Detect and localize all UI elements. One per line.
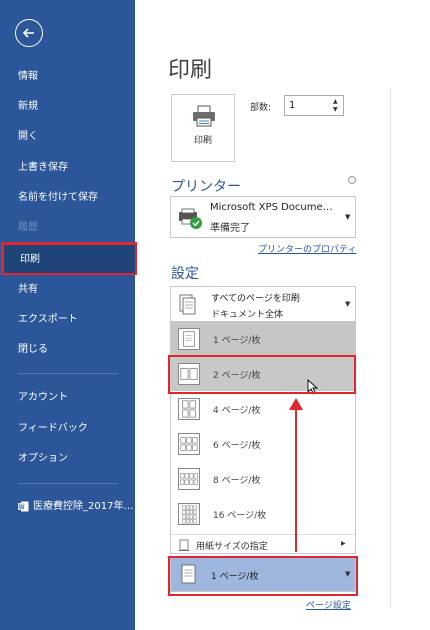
- printer-status: 準備完了: [210, 223, 250, 234]
- recent-file-item[interactable]: W 医療費控除_2017年…: [0, 492, 135, 522]
- sidebar-item-open[interactable]: 開く: [0, 122, 135, 152]
- menu-item-4-pages[interactable]: 4 ページ/枚: [171, 392, 355, 426]
- pages-icon: [179, 294, 196, 315]
- copies-stepper[interactable]: ▲ ▼: [333, 98, 341, 114]
- two-page-layout-icon: [178, 363, 200, 385]
- preview-divider: [390, 88, 391, 608]
- menu-item-label: 6 ページ/枚: [213, 441, 261, 451]
- sidebar-item-print[interactable]: 印刷: [2, 243, 137, 275]
- recent-file-name: 医療費控除_2017年…: [33, 501, 134, 512]
- page-title: 印刷: [168, 58, 213, 83]
- red-arrow-annotation: [289, 398, 303, 552]
- menu-item-6-pages[interactable]: 6 ページ/枚: [171, 427, 355, 461]
- menu-item-8-pages[interactable]: 8 ページ/枚: [171, 462, 355, 496]
- backstage-view: 情報 新規 開く 上書き保存 名前を付けて保存 履歴 印刷 共有 エクスポート …: [0, 0, 430, 630]
- chevron-down-icon: ▼: [345, 213, 351, 221]
- sidebar-item-info[interactable]: 情報: [0, 62, 135, 92]
- sidebar-item-close[interactable]: 閉じる: [0, 335, 135, 365]
- eight-page-layout-icon: [178, 468, 200, 490]
- paper-size-label: 用紙サイズの指定: [196, 542, 268, 552]
- menu-item-label: 1 ページ/枚: [213, 336, 261, 346]
- print-button-label: 印刷: [193, 136, 212, 146]
- sidebar-item-account[interactable]: アカウント: [0, 383, 135, 413]
- chevron-right-icon: ▶: [341, 540, 346, 547]
- word-document-icon: W: [18, 501, 29, 511]
- print-range-value: すべてのページを印刷: [211, 294, 300, 304]
- sidebar-divider: [18, 483, 118, 484]
- menu-item-2-pages[interactable]: 2 ページ/枚: [171, 357, 355, 395]
- menu-item-label: 2 ページ/枚: [213, 371, 261, 381]
- pages-per-sheet-select[interactable]: 1 ページ/枚 ▼: [170, 556, 356, 592]
- chevron-down-icon: ▼: [345, 300, 351, 308]
- printer-name: Microsoft XPS Docume…: [210, 202, 333, 213]
- printer-ready-icon: [179, 208, 202, 229]
- paper-size-icon: [178, 539, 190, 551]
- sidebar-item-new[interactable]: 新規: [0, 92, 135, 122]
- copies-label: 部数:: [250, 103, 272, 113]
- copies-input[interactable]: 1 ▲ ▼: [284, 95, 344, 116]
- sidebar-item-feedback[interactable]: フィードバック: [0, 414, 135, 444]
- printer-properties-link[interactable]: プリンターのプロパティ: [258, 242, 356, 255]
- printer-select[interactable]: Microsoft XPS Docume… 準備完了 ▼: [170, 196, 356, 238]
- sidebar-divider: [18, 373, 118, 374]
- six-page-layout-icon: [178, 433, 200, 455]
- paper-size-menu-item[interactable]: 用紙サイズの指定 ▶: [171, 534, 355, 554]
- info-icon[interactable]: i: [348, 176, 356, 184]
- print-range-select[interactable]: すべてのページを印刷 ドキュメント全体 ▼: [170, 286, 356, 322]
- printer-section-title: プリンター: [171, 179, 241, 195]
- backstage-sidebar: 情報 新規 開く 上書き保存 名前を付けて保存 履歴 印刷 共有 エクスポート …: [0, 0, 137, 630]
- sidebar-item-options[interactable]: オプション: [0, 444, 135, 474]
- print-button[interactable]: 印刷: [171, 94, 235, 162]
- page-setup-link[interactable]: ページ設定: [306, 598, 351, 611]
- menu-item-label: 16 ページ/枚: [213, 511, 267, 521]
- settings-section-title: 設定: [171, 266, 199, 282]
- pages-per-sheet-menu: 1 ページ/枚 2 ページ/枚 4 ページ/枚 6 ページ/枚 8 ページ/枚 …: [170, 322, 356, 554]
- one-page-layout-icon: [181, 564, 196, 584]
- sidebar-item-export[interactable]: エクスポート: [0, 305, 135, 335]
- menu-item-label: 4 ページ/枚: [213, 406, 261, 416]
- menu-item-16-pages[interactable]: 16 ページ/枚: [171, 497, 355, 531]
- menu-item-1-page[interactable]: 1 ページ/枚: [171, 322, 355, 356]
- back-button[interactable]: [15, 19, 43, 47]
- menu-item-label: 8 ページ/枚: [213, 476, 261, 486]
- print-pane: 印刷 印刷 部数: 1 ▲ ▼ プリンター i Microsoft XPS Do…: [135, 0, 430, 630]
- copies-value: 1: [289, 100, 296, 111]
- sidebar-item-save[interactable]: 上書き保存: [0, 153, 135, 183]
- sidebar-item-history: 履歴: [18, 222, 38, 233]
- sidebar-item-share[interactable]: 共有: [0, 275, 135, 305]
- sidebar-item-save-as[interactable]: 名前を付けて保存: [0, 183, 135, 213]
- printer-icon: [193, 105, 215, 127]
- sixteen-page-layout-icon: [178, 503, 200, 525]
- chevron-down-icon: ▼: [345, 570, 351, 578]
- back-arrow-icon: [22, 28, 34, 38]
- print-range-description: ドキュメント全体: [211, 310, 284, 320]
- pages-per-sheet-value: 1 ページ/枚: [211, 572, 259, 582]
- one-page-layout-icon: [178, 328, 200, 350]
- svg-text:W: W: [19, 504, 25, 511]
- four-page-layout-icon: [178, 398, 200, 420]
